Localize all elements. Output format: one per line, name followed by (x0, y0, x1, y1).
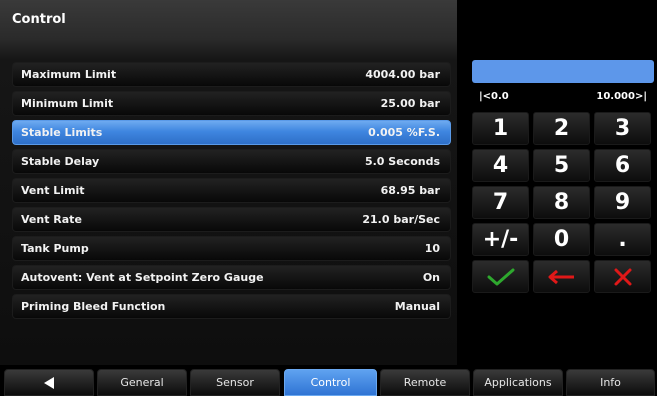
tab-general[interactable]: General (97, 369, 187, 396)
settings-panel: Control Maximum Limit 4004.00 bar Minimu… (0, 0, 457, 365)
settings-list: Maximum Limit 4004.00 bar Minimum Limit … (12, 62, 451, 323)
row-value: 5.0 Seconds (364, 155, 440, 168)
back-button[interactable] (4, 369, 94, 396)
key-6[interactable]: 6 (594, 149, 651, 182)
row-vent-limit[interactable]: Vent Limit 68.95 bar (12, 178, 451, 203)
row-label: Autovent: Vent at Setpoint Zero Gauge (21, 271, 264, 284)
key-5[interactable]: 5 (533, 149, 590, 182)
page-title: Control (12, 12, 66, 27)
row-maximum-limit[interactable]: Maximum Limit 4004.00 bar (12, 62, 451, 87)
row-label: Vent Limit (21, 184, 85, 197)
row-label: Stable Limits (21, 126, 103, 139)
row-value: Manual (394, 300, 440, 313)
key-decimal[interactable]: . (594, 223, 651, 256)
range-max-label: 10.000>| (596, 91, 647, 102)
key-plus-minus[interactable]: +/- (472, 223, 529, 256)
row-value: On (422, 271, 440, 284)
tab-remote[interactable]: Remote (380, 369, 470, 396)
tab-applications[interactable]: Applications (473, 369, 563, 396)
x-icon (614, 268, 631, 285)
row-stable-delay[interactable]: Stable Delay 5.0 Seconds (12, 149, 451, 174)
key-4[interactable]: 4 (472, 149, 529, 182)
row-value: 4004.00 bar (365, 68, 440, 81)
row-value: 10 (424, 242, 440, 255)
check-icon (487, 268, 514, 285)
key-9[interactable]: 9 (594, 186, 651, 219)
key-7[interactable]: 7 (472, 186, 529, 219)
bottom-tab-bar: General Sensor Control Remote Applicatio… (0, 367, 657, 396)
row-vent-rate[interactable]: Vent Rate 21.0 bar/Sec (12, 207, 451, 232)
row-label: Stable Delay (21, 155, 100, 168)
keypad-panel: |<0.0 10.000>| 1 2 3 4 5 6 7 8 9 +/- 0 . (457, 0, 657, 365)
range-min-label: |<0.0 (479, 91, 509, 102)
key-3[interactable]: 3 (594, 112, 651, 145)
key-8[interactable]: 8 (533, 186, 590, 219)
left-arrow-icon (548, 269, 574, 284)
row-value: 25.00 bar (380, 97, 440, 110)
row-tank-pump[interactable]: Tank Pump 10 (12, 236, 451, 261)
row-stable-limits[interactable]: Stable Limits 0.005 %F.S. (12, 120, 451, 145)
row-label: Maximum Limit (21, 68, 117, 81)
row-minimum-limit[interactable]: Minimum Limit 25.00 bar (12, 91, 451, 116)
row-value: 21.0 bar/Sec (362, 213, 440, 226)
row-label: Tank Pump (21, 242, 89, 255)
row-label: Minimum Limit (21, 97, 114, 110)
row-value: 68.95 bar (380, 184, 440, 197)
row-label: Priming Bleed Function (21, 300, 166, 313)
row-value: 0.005 %F.S. (368, 126, 440, 139)
tab-sensor[interactable]: Sensor (190, 369, 280, 396)
row-priming-bleed-function[interactable]: Priming Bleed Function Manual (12, 294, 451, 319)
row-label: Vent Rate (21, 213, 82, 226)
tab-info[interactable]: Info (566, 369, 655, 396)
accept-button[interactable] (472, 260, 529, 293)
entry-display[interactable] (472, 60, 654, 83)
key-2[interactable]: 2 (533, 112, 590, 145)
key-1[interactable]: 1 (472, 112, 529, 145)
tab-control[interactable]: Control (284, 369, 377, 396)
key-0[interactable]: 0 (533, 223, 590, 256)
row-autovent[interactable]: Autovent: Vent at Setpoint Zero Gauge On (12, 265, 451, 290)
back-arrow-icon (44, 376, 54, 389)
backspace-button[interactable] (533, 260, 590, 293)
cancel-button[interactable] (594, 260, 651, 293)
